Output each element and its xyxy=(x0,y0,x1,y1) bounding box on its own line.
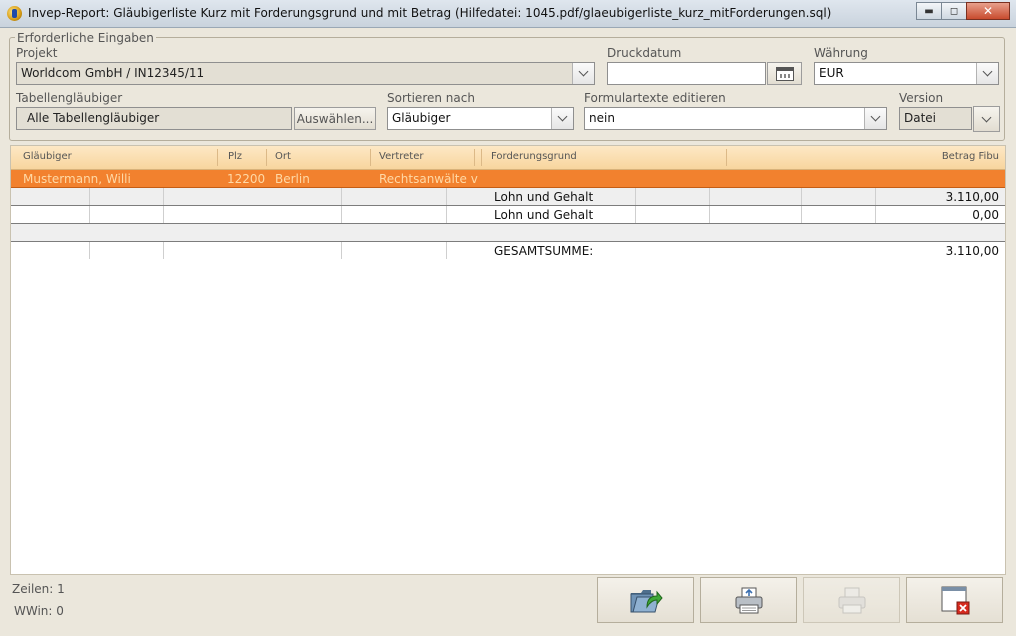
waehrung-label: Währung xyxy=(814,46,868,60)
tabellenglaeubiger-field: Alle Tabellengläubiger xyxy=(16,107,292,130)
chevron-down-icon xyxy=(982,66,993,77)
col-ort[interactable]: Ort xyxy=(275,151,291,162)
window-controls: ▬ ◻ ✕ xyxy=(916,2,1010,20)
export-button[interactable] xyxy=(597,577,694,623)
projekt-value: Worldcom GmbH / IN12345/11 xyxy=(21,66,205,80)
version-value: Datei xyxy=(904,111,937,125)
cell-forderungsgrund: Lohn und Gehalt xyxy=(494,208,594,222)
table-row[interactable]: Lohn und Gehalt 3.110,00 xyxy=(11,188,1005,206)
formulartexte-select[interactable]: nein xyxy=(584,107,887,130)
col-betrag-fibu[interactable]: Betrag Fibu xyxy=(942,151,999,162)
waehrung-value: EUR xyxy=(819,66,844,80)
minimize-icon: ▬ xyxy=(924,5,934,17)
formulartexte-label: Formulartexte editieren xyxy=(584,91,726,105)
close-window-icon xyxy=(941,586,969,615)
cell-ort: Berlin xyxy=(275,172,310,186)
sortieren-dropdown-button[interactable] xyxy=(551,108,573,129)
tabellenglaeubiger-value: Alle Tabellengläubiger xyxy=(27,111,160,125)
maximize-button[interactable]: ◻ xyxy=(941,2,967,20)
tabellenglaeubiger-label: Tabellengläubiger xyxy=(16,91,123,105)
cell-betrag: 3.110,00 xyxy=(945,190,999,204)
app-icon xyxy=(7,6,22,21)
close-icon: ✕ xyxy=(982,4,994,18)
print-button[interactable] xyxy=(700,577,797,623)
col-glaeubiger[interactable]: Gläubiger xyxy=(23,151,72,162)
print-disabled-icon xyxy=(838,587,865,614)
col-forderungsgrund[interactable]: Forderungsgrund xyxy=(491,151,577,162)
export-folder-icon xyxy=(630,590,663,613)
sortieren-label: Sortieren nach xyxy=(387,91,475,105)
close-button[interactable]: ✕ xyxy=(966,2,1010,20)
table-row-selected[interactable]: Mustermann, Willi 12200 Berlin Rechtsanw… xyxy=(11,170,1005,188)
table-row[interactable]: Lohn und Gehalt 0,00 xyxy=(11,206,1005,224)
version-label: Version xyxy=(899,91,944,105)
maximize-icon: ◻ xyxy=(949,5,959,17)
status-wwin: WWin: 0 xyxy=(14,604,64,618)
cell-vertreter: Rechtsanwälte v xyxy=(379,172,478,186)
window-title: Invep-Report: Gläubigerliste Kurz mit Fo… xyxy=(28,6,832,20)
version-field: Datei xyxy=(899,107,972,130)
total-value: 3.110,00 xyxy=(945,244,999,258)
cell-betrag: 0,00 xyxy=(972,208,999,222)
cell-glaeubiger: Mustermann, Willi xyxy=(23,172,131,186)
title-bar: Invep-Report: Gläubigerliste Kurz mit Fo… xyxy=(0,0,1016,28)
projekt-dropdown-button[interactable] xyxy=(572,63,594,84)
col-plz[interactable]: Plz xyxy=(228,151,242,162)
status-zeilen: Zeilen: 1 xyxy=(12,582,65,596)
cell-forderungsgrund: Lohn und Gehalt xyxy=(494,190,594,204)
print-icon xyxy=(735,587,762,614)
sortieren-value: Gläubiger xyxy=(392,111,451,125)
chevron-down-icon xyxy=(578,66,589,77)
version-dropdown-button[interactable] xyxy=(973,106,1000,132)
print-preview-button[interactable] xyxy=(803,577,900,623)
table-row[interactable] xyxy=(11,224,1005,242)
chevron-down-icon xyxy=(870,111,881,122)
formulartexte-value: nein xyxy=(589,111,615,125)
cell-plz: 12200 xyxy=(227,172,266,186)
auswaehlen-button[interactable]: Auswählen... xyxy=(294,107,376,130)
chevron-down-icon xyxy=(981,112,992,122)
calendar-button[interactable] xyxy=(767,62,802,85)
waehrung-dropdown-button[interactable] xyxy=(976,63,998,84)
waehrung-select[interactable]: EUR xyxy=(814,62,999,85)
report-table: Gläubiger Plz Ort Vertreter Forderungsgr… xyxy=(10,145,1006,575)
total-label: GESAMTSUMME: xyxy=(494,244,594,258)
group-legend: Erforderliche Eingaben xyxy=(15,31,156,45)
minimize-button[interactable]: ▬ xyxy=(916,2,942,20)
chevron-down-icon xyxy=(557,111,568,122)
projekt-label: Projekt xyxy=(16,46,58,60)
table-row-total: GESAMTSUMME: 3.110,00 xyxy=(11,242,1005,260)
formulartexte-dropdown-button[interactable] xyxy=(864,108,886,129)
druckdatum-input[interactable] xyxy=(607,62,766,85)
col-vertreter[interactable]: Vertreter xyxy=(379,151,423,162)
sortieren-select[interactable]: Gläubiger xyxy=(387,107,574,130)
druckdatum-label: Druckdatum xyxy=(607,46,682,60)
close-window-button[interactable] xyxy=(906,577,1003,623)
projekt-select[interactable]: Worldcom GmbH / IN12345/11 xyxy=(16,62,595,85)
table-header: Gläubiger Plz Ort Vertreter Forderungsgr… xyxy=(11,146,1005,170)
calendar-icon xyxy=(775,66,794,81)
